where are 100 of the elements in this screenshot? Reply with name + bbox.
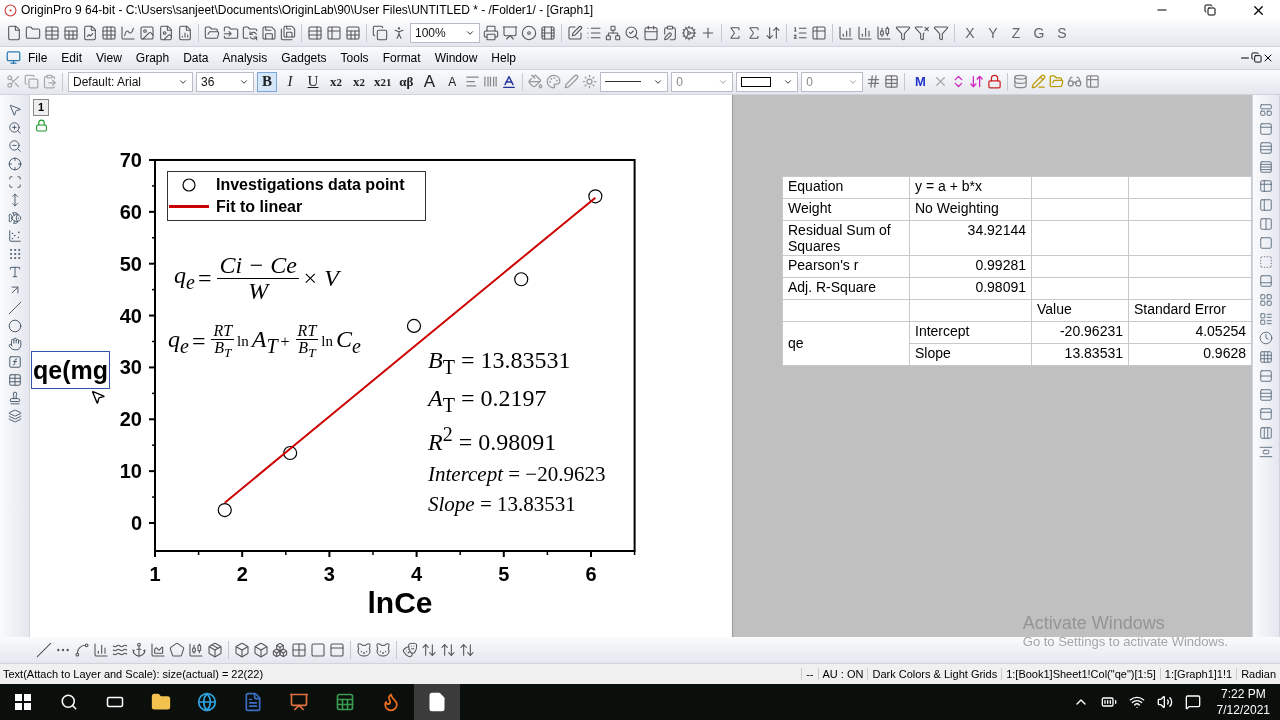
- layout-tool-icon[interactable]: [1259, 292, 1273, 307]
- line-color-icon[interactable]: [564, 74, 580, 90]
- polar-plot-icon[interactable]: [169, 642, 185, 659]
- film-icon[interactable]: [540, 24, 556, 41]
- filter-icon[interactable]: [933, 24, 949, 41]
- sigma-icon[interactable]: [746, 24, 762, 41]
- line-width-dropdown[interactable]: 0: [671, 71, 734, 92]
- save-all-icon[interactable]: [280, 24, 296, 41]
- folder-sync-icon[interactable]: [242, 24, 258, 41]
- layout-tool-icon[interactable]: [1259, 273, 1273, 288]
- lock-icon[interactable]: [987, 74, 1003, 90]
- stamp-icon[interactable]: [7, 390, 22, 405]
- border-width-dropdown[interactable]: 0: [801, 71, 864, 92]
- presentation-icon[interactable]: [502, 24, 518, 41]
- image-plot-icon[interactable]: [310, 642, 326, 659]
- image-icon[interactable]: [139, 24, 155, 41]
- brightness-icon[interactable]: [582, 74, 598, 90]
- disc-icon[interactable]: [521, 24, 537, 41]
- border-style-dropdown[interactable]: [736, 71, 799, 92]
- panel-icon[interactable]: [329, 642, 345, 659]
- fish-icon[interactable]: [7, 210, 22, 225]
- file-image-icon[interactable]: [158, 24, 174, 41]
- axis-letter-button[interactable]: Y: [983, 22, 1003, 43]
- axis-letter-button[interactable]: G: [1029, 22, 1049, 43]
- marker-button[interactable]: M: [910, 71, 931, 92]
- layers-icon[interactable]: [7, 408, 22, 423]
- notification-icon[interactable]: [1184, 694, 1201, 710]
- filter-off-icon[interactable]: [914, 24, 930, 41]
- 3d-icon[interactable]: [234, 642, 250, 659]
- error-bar-icon[interactable]: [131, 642, 147, 659]
- open-folder-icon[interactable]: [204, 24, 220, 41]
- notes-icon[interactable]: [662, 24, 678, 41]
- layout-tool-icon[interactable]: [1259, 121, 1273, 136]
- sheet-icon[interactable]: [345, 24, 361, 41]
- text-style-button[interactable]: I: [280, 71, 300, 92]
- axis-letter-button[interactable]: X: [960, 22, 980, 43]
- 3d-bar-icon[interactable]: [253, 642, 269, 659]
- folder-icon[interactable]: [1049, 74, 1065, 90]
- menu-item[interactable]: Help: [484, 48, 523, 67]
- arrow-icon[interactable]: [440, 642, 456, 659]
- layout-tool-icon[interactable]: [1259, 444, 1273, 459]
- scan-icon[interactable]: [7, 174, 22, 189]
- pointer-icon[interactable]: [7, 102, 22, 117]
- bar-chart-icon[interactable]: [857, 24, 873, 41]
- mask-icon[interactable]: [402, 642, 418, 659]
- arrow-icon[interactable]: [421, 642, 437, 659]
- calendar-icon[interactable]: [643, 24, 659, 41]
- bar-chart-icon[interactable]: [838, 24, 854, 41]
- menu-item[interactable]: Graph: [128, 48, 177, 67]
- swap-icon[interactable]: [969, 74, 985, 90]
- grid-icon[interactable]: [101, 24, 117, 41]
- table-icon[interactable]: [811, 24, 827, 41]
- layout-tool-icon[interactable]: [1259, 387, 1273, 402]
- contour-icon[interactable]: [291, 642, 307, 659]
- fill-color-icon[interactable]: [528, 74, 544, 90]
- grip-icon[interactable]: [7, 246, 22, 261]
- restore-icon[interactable]: [1251, 52, 1262, 64]
- line-symbol-plot-icon[interactable]: [74, 642, 90, 659]
- line-plot-icon[interactable]: [36, 642, 52, 659]
- circle-tool-icon[interactable]: [7, 318, 22, 333]
- cat-icon[interactable]: [356, 642, 372, 659]
- numbered-list-icon[interactable]: [792, 24, 808, 41]
- menu-item[interactable]: Window: [427, 48, 485, 67]
- menu-item[interactable]: Data: [176, 48, 216, 67]
- area-plot-icon[interactable]: [150, 642, 166, 659]
- crosshair-icon[interactable]: [7, 156, 22, 171]
- file-app-button[interactable]: [414, 684, 460, 720]
- lock-icon[interactable]: [35, 118, 48, 132]
- edit-icon[interactable]: [567, 24, 583, 41]
- menu-item[interactable]: Edit: [54, 48, 90, 67]
- axis-letter-button[interactable]: S: [1052, 22, 1072, 43]
- layout-tool-icon[interactable]: [1259, 216, 1273, 231]
- candlestick-icon[interactable]: [188, 642, 204, 659]
- y-axis-title[interactable]: qe(mg: [31, 350, 110, 389]
- running-figure-icon[interactable]: [391, 24, 407, 41]
- curve-icon[interactable]: [120, 24, 136, 41]
- table-icon[interactable]: [7, 372, 22, 387]
- hatch-icon[interactable]: [866, 74, 882, 90]
- copy-icon[interactable]: [372, 24, 388, 41]
- column-plot-icon[interactable]: [93, 642, 109, 659]
- layout-tool-icon[interactable]: [1259, 406, 1273, 421]
- search-icon[interactable]: [624, 24, 640, 41]
- cat-icon[interactable]: [375, 642, 391, 659]
- layout-tool-icon[interactable]: [1259, 140, 1273, 155]
- font-color-icon[interactable]: [501, 73, 518, 90]
- hand-icon[interactable]: [7, 336, 22, 351]
- candlestick-icon[interactable]: [876, 24, 892, 41]
- axis-letter-button[interactable]: Z: [1006, 22, 1026, 43]
- layout-tool-icon[interactable]: [1259, 349, 1273, 364]
- menu-item[interactable]: Tools: [333, 48, 376, 67]
- line-style-dropdown[interactable]: [600, 71, 669, 92]
- font-dropdown[interactable]: Default: Arial: [68, 71, 193, 92]
- arrow-icon[interactable]: [459, 642, 475, 659]
- menu-item[interactable]: Format: [375, 48, 428, 67]
- text-style-button[interactable]: B: [257, 71, 277, 92]
- grid-icon[interactable]: [884, 74, 900, 90]
- sigma-icon[interactable]: [727, 24, 743, 41]
- new-file-icon[interactable]: [6, 24, 22, 41]
- settings-icon[interactable]: [681, 24, 697, 41]
- layout-tool-icon[interactable]: [1259, 254, 1273, 269]
